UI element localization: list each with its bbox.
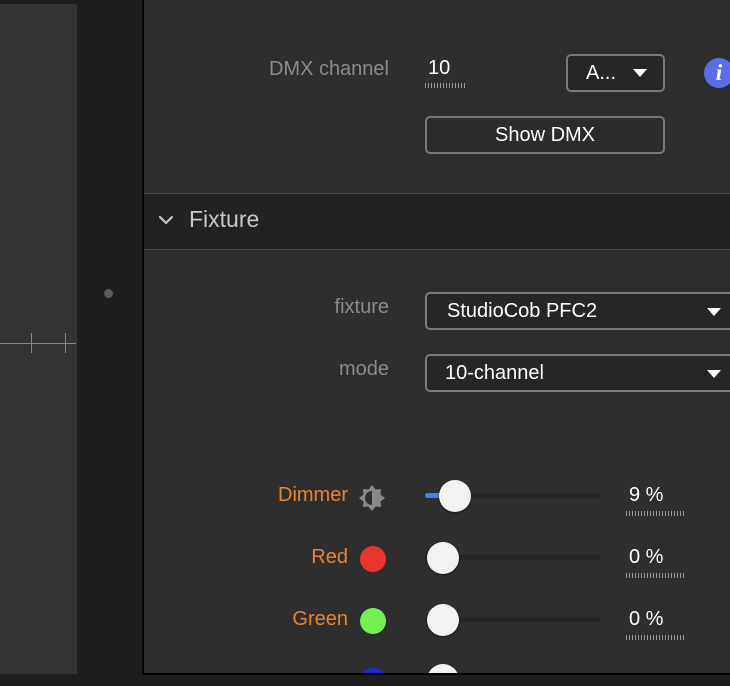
show-dmx-button[interactable]: Show DMX xyxy=(425,116,665,154)
fixture-select[interactable]: StudioCob PFC2 xyxy=(425,292,730,330)
section-title: Fixture xyxy=(189,206,260,232)
red-slider-knob[interactable] xyxy=(427,542,459,574)
dimmer-slider-knob[interactable] xyxy=(439,480,471,512)
blue-slider-knob[interactable] xyxy=(427,664,459,673)
chevron-down-icon xyxy=(707,370,721,378)
inspector-panel: DMX channel 10 A... i Show DMX Fixture f… xyxy=(142,0,730,675)
green-label: Green xyxy=(292,608,348,630)
splitter-handle[interactable] xyxy=(104,289,113,298)
info-icon[interactable]: i xyxy=(704,58,730,88)
dmx-channel-scrub[interactable] xyxy=(425,83,467,88)
dimmer-value-scrub[interactable] xyxy=(626,511,684,516)
universe-select-value: A... xyxy=(586,61,617,84)
green-color-swatch xyxy=(360,608,386,634)
chevron-down-icon xyxy=(158,215,174,225)
brightness-icon xyxy=(359,485,385,511)
dmx-channel-field[interactable]: 10 xyxy=(428,57,450,80)
dmx-channel-label: DMX channel xyxy=(268,58,389,80)
blue-color-swatch xyxy=(360,668,386,673)
red-value[interactable]: 0 % xyxy=(629,546,663,569)
ruler-tick xyxy=(31,333,32,353)
dmx-channel-value: 10 xyxy=(428,57,451,79)
canvas-area[interactable] xyxy=(0,4,77,674)
fixture-section-header[interactable]: Fixture xyxy=(144,193,730,250)
universe-select[interactable]: A... xyxy=(566,54,665,92)
fixture-select-value: StudioCob PFC2 xyxy=(447,299,598,322)
red-label: Red xyxy=(311,546,348,568)
dimmer-value[interactable]: 9 % xyxy=(629,484,663,507)
green-value[interactable]: 0 % xyxy=(629,608,663,631)
green-value-scrub[interactable] xyxy=(626,635,684,640)
fixture-label: fixture xyxy=(334,296,389,318)
red-color-swatch xyxy=(360,546,386,572)
red-value-scrub[interactable] xyxy=(626,573,684,578)
chevron-down-icon xyxy=(707,308,721,316)
mode-select-value: 10-channel xyxy=(445,361,544,384)
mode-label: mode xyxy=(338,358,389,380)
dimmer-label: Dimmer xyxy=(278,484,348,506)
ruler-tick xyxy=(65,333,66,353)
green-slider-knob[interactable] xyxy=(427,604,459,636)
mode-select[interactable]: 10-channel xyxy=(425,354,730,392)
chevron-down-icon xyxy=(633,69,647,77)
